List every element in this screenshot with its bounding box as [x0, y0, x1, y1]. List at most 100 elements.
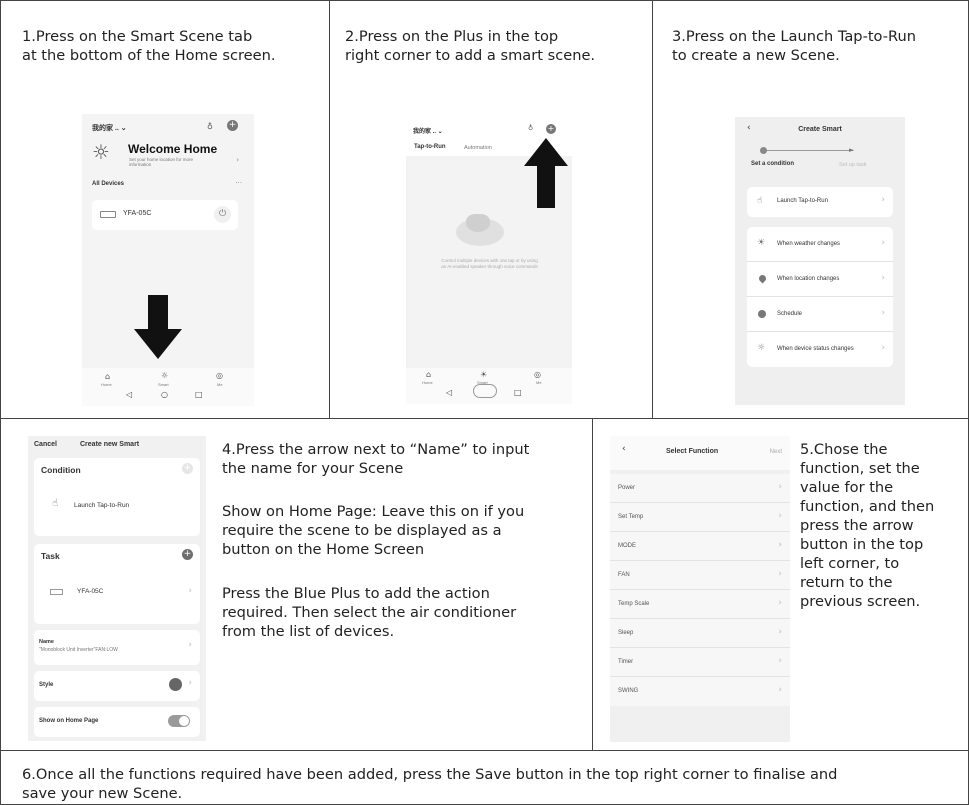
next-button[interactable]: Next	[770, 449, 782, 455]
function-temp-scale[interactable]: Temp Scale ›	[610, 590, 790, 619]
option-weather[interactable]: When weather changes	[777, 241, 840, 247]
style-label: Style	[39, 682, 54, 688]
chevron-right-icon: ›	[778, 656, 782, 666]
condition-launch-item[interactable]: Launch Tap-to-Run	[74, 502, 129, 509]
function-label: SWING	[618, 688, 639, 694]
tab-tap-to-run[interactable]: Tap-to-Run	[414, 144, 446, 150]
device-card[interactable]: YFA-05C ⏻	[92, 200, 238, 230]
function-timer[interactable]: Timer ›	[610, 648, 790, 677]
step-5-caption: 5.Chose the function, set the value for …	[800, 441, 935, 610]
mic-icon[interactable]: ♁	[528, 124, 533, 132]
chevron-right-icon[interactable]: ›	[188, 640, 192, 650]
option-weather-row[interactable]: ☀ When weather changes ›	[747, 227, 893, 262]
chevron-right-icon: ›	[881, 343, 885, 353]
home-selector[interactable]: 我的家 .. ⌄	[413, 126, 443, 135]
task-device-item[interactable]: YFA-05C	[77, 588, 103, 595]
condition-heading: Condition	[41, 465, 81, 475]
add-icon[interactable]: +	[546, 124, 556, 134]
home-circle-icon[interactable]	[473, 384, 497, 398]
option-schedule-row[interactable]: Schedule ›	[747, 297, 893, 332]
function-label: Temp Scale	[618, 601, 650, 607]
ac-unit-icon	[50, 589, 63, 595]
option-schedule[interactable]: Schedule	[777, 311, 802, 317]
weather-icon: ☀	[757, 238, 766, 248]
empty-illustration-shape	[466, 214, 490, 232]
show-home-toggle[interactable]	[168, 715, 190, 727]
function-power[interactable]: Power ›	[610, 474, 790, 503]
chevron-right-icon: ›	[778, 627, 782, 637]
recents-icon[interactable]: □	[195, 390, 203, 399]
back-arrow-icon[interactable]: ‹	[622, 444, 626, 454]
step-4-caption-c: Press the Blue Plus to add the action re…	[222, 585, 517, 640]
progress-dot	[760, 147, 767, 154]
me-tab-icon[interactable]: ◎	[534, 370, 541, 379]
smart-tab-icon[interactable]: ☀	[480, 370, 487, 379]
add-condition-icon[interactable]: +	[182, 463, 193, 474]
function-mode[interactable]: MODE ›	[610, 532, 790, 561]
function-label: Sleep	[618, 630, 634, 636]
me-tab-label[interactable]: Me	[536, 380, 542, 385]
power-icon[interactable]: ⏻	[214, 206, 231, 223]
back-icon[interactable]: ◁	[126, 390, 132, 399]
function-set-temp[interactable]: Set Temp ›	[610, 503, 790, 532]
step-6-caption: 6.Once all the functions required have b…	[22, 766, 838, 802]
select-function-title: Select Function	[666, 448, 719, 455]
chevron-right-icon: ›	[881, 195, 885, 205]
tab-automation[interactable]: Automation	[464, 145, 492, 151]
clock-icon	[758, 310, 766, 318]
function-label: Timer	[618, 659, 634, 665]
option-location[interactable]: When location changes	[777, 276, 839, 282]
more-icon[interactable]: ···	[235, 179, 242, 187]
function-sleep[interactable]: Sleep ›	[610, 619, 790, 648]
step-4-caption-a: 4.Press the arrow next to “Name” to inpu…	[222, 441, 530, 477]
launch-tap-to-run-card[interactable]: ☝ Launch Tap-to-Run ›	[747, 187, 893, 217]
create-smart-title: Create Smart	[798, 126, 842, 133]
condition-card: Condition + ☝ Launch Tap-to-Run	[34, 458, 200, 536]
name-row[interactable]: Name "Monoblock Unit Inverter"FAN:LOW ›	[34, 630, 200, 665]
add-icon[interactable]: +	[227, 120, 238, 131]
home-tab-icon[interactable]: ⌂	[105, 372, 110, 381]
option-device-status[interactable]: When device status changes	[777, 346, 854, 352]
bottom-nav: ⌂ Home ☼ Smart ◎ Me ◁ ○ □	[82, 368, 254, 406]
recents-icon[interactable]: □	[514, 388, 522, 397]
name-value: "Monoblock Unit Inverter"FAN:LOW	[39, 647, 118, 653]
row-divider-1	[0, 418, 969, 419]
all-devices-label[interactable]: All Devices	[92, 181, 124, 187]
chevron-right-icon[interactable]: ›	[188, 678, 192, 688]
ac-unit-icon	[100, 211, 116, 218]
back-icon[interactable]: ◁	[446, 388, 452, 397]
device-name: YFA-05C	[123, 210, 152, 217]
step-1-caption: 1.Press on the Smart Scene tab at the bo…	[22, 28, 276, 64]
add-task-icon[interactable]: +	[182, 549, 193, 560]
function-swing[interactable]: SWING ›	[610, 677, 790, 706]
step-4-caption-b: Show on Home Page: Leave this on if you …	[222, 503, 525, 558]
home-selector[interactable]: 我的家 .. ⌄	[92, 123, 127, 133]
option-device-status-row[interactable]: ☼ When device status changes ›	[747, 332, 893, 367]
me-tab-icon[interactable]: ◎	[216, 371, 223, 380]
mic-icon[interactable]: ♁	[207, 122, 213, 131]
smart-tab-label[interactable]: Smart	[158, 382, 169, 387]
chevron-right-icon[interactable]: ›	[236, 156, 239, 164]
cancel-button[interactable]: Cancel	[34, 441, 57, 448]
col-divider-1	[329, 0, 330, 418]
home-circle-icon[interactable]: ○	[161, 390, 168, 399]
style-row[interactable]: Style ›	[34, 671, 200, 701]
option-launch[interactable]: Launch Tap-to-Run	[777, 198, 828, 204]
step-set-up-task: Set up task	[839, 162, 867, 168]
home-tab-label[interactable]: Home	[422, 380, 433, 385]
smart-tab-icon[interactable]: ☼	[161, 371, 168, 380]
function-fan[interactable]: FAN ›	[610, 561, 790, 590]
me-tab-label[interactable]: Me	[217, 382, 223, 387]
chevron-right-icon: ›	[881, 273, 885, 283]
empty-state-text: Control multiple devices with one tap or…	[441, 258, 538, 269]
chevron-right-icon: ›	[778, 598, 782, 608]
chevron-right-icon: ›	[778, 511, 782, 521]
home-tab-label[interactable]: Home	[101, 382, 112, 387]
create-new-smart-title: Create new Smart	[80, 441, 140, 448]
show-home-row: Show on Home Page	[34, 707, 200, 737]
welcome-subtitle: Set your home location for more informat…	[129, 157, 194, 167]
tap-hand-icon: ☝	[52, 498, 59, 509]
option-location-row[interactable]: When location changes ›	[747, 262, 893, 297]
name-label: Name	[39, 639, 54, 645]
home-tab-icon[interactable]: ⌂	[426, 370, 431, 379]
